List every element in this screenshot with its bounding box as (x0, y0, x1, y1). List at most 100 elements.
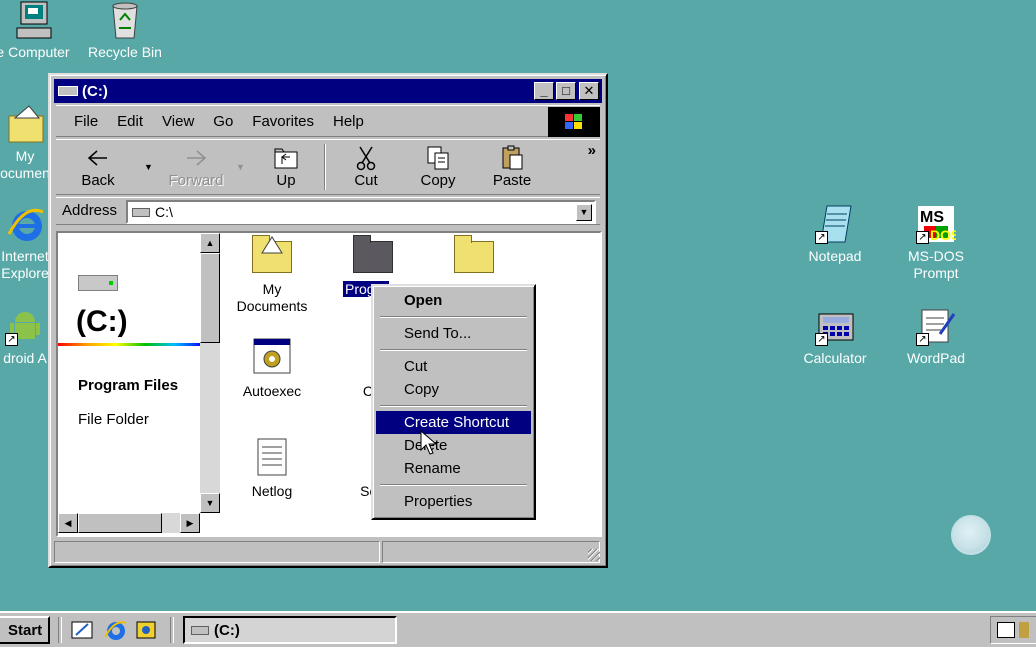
menu-favorites[interactable]: Favorites (252, 113, 314, 130)
file-label: My (262, 281, 282, 297)
folder-documents-icon (250, 235, 294, 275)
file-label: Autoexec (242, 383, 302, 399)
notepad-icon: ↗ (815, 204, 855, 244)
file-item-netlog[interactable]: Netlog (224, 437, 320, 500)
context-item-delete[interactable]: Delete (376, 434, 531, 457)
copy-label: Copy (420, 172, 456, 189)
menu-view[interactable]: View (162, 113, 194, 130)
selected-item-type: File Folder (78, 411, 149, 428)
menu-separator (380, 316, 527, 318)
desktop-icon-ms-dos-prompt[interactable]: MS DOS ↗ MS-DOS Prompt (891, 204, 981, 282)
address-input[interactable]: C:\ ▼ (126, 200, 596, 224)
menu-edit[interactable]: Edit (117, 113, 143, 130)
windows-logo-icon (548, 107, 600, 137)
address-value: C:\ (155, 204, 173, 220)
folder-icon (351, 235, 395, 275)
back-button[interactable]: Back (66, 144, 130, 189)
file-item-my-documents[interactable]: My Documents (224, 235, 320, 315)
context-item-rename[interactable]: Rename (376, 457, 531, 480)
menu-separator (380, 484, 527, 486)
window-title: (C:) (82, 82, 108, 100)
desktop-icon-label: WordPad (906, 350, 966, 366)
context-item-send-to[interactable]: Send To... (376, 322, 531, 345)
floating-assistive-button[interactable] (951, 515, 991, 555)
menu-go[interactable]: Go (213, 113, 233, 130)
context-item-create-shortcut[interactable]: Create Shortcut (376, 411, 531, 434)
scroll-thumb[interactable] (78, 513, 162, 533)
menu-file[interactable]: File (74, 113, 98, 130)
toolbar: Back ▼ Forward ▼ Up Cut Copy Paste » (56, 139, 600, 195)
toolbar-separator (324, 144, 326, 190)
context-item-open[interactable]: Open (376, 289, 531, 312)
start-button[interactable]: Start (0, 616, 50, 644)
web-view-pane: (C:) Program Files File Folder ▲ ▼ ◀ ▶ (58, 233, 223, 535)
left-pane-vertical-scrollbar[interactable]: ▲ ▼ (200, 233, 220, 513)
desktop-icon-label: Notepad (808, 248, 862, 264)
shortcut-arrow-icon: ↗ (5, 333, 18, 346)
address-drive-icon (132, 207, 150, 217)
folder-documents-icon (5, 104, 45, 144)
paste-label: Paste (492, 172, 532, 189)
address-dropdown-button[interactable]: ▼ (576, 204, 592, 221)
desktop-icon-notepad[interactable]: ↗ Notepad (790, 204, 880, 265)
cut-button[interactable]: Cut (334, 144, 398, 189)
menu-separator (380, 405, 527, 407)
mouse-pointer-icon (420, 429, 438, 456)
gear-file-icon (250, 337, 294, 377)
quicklaunch-internet-explorer-icon[interactable] (103, 619, 127, 641)
copy-button[interactable]: Copy (406, 144, 470, 189)
left-pane-horizontal-scrollbar[interactable]: ◀ ▶ (58, 513, 200, 533)
wordpad-icon: ↗ (916, 306, 956, 346)
context-item-properties[interactable]: Properties (376, 490, 531, 513)
forward-button[interactable]: Forward (164, 144, 228, 189)
copy-icon (406, 144, 470, 172)
forward-dropdown-arrow-icon[interactable]: ▼ (236, 162, 245, 172)
minimize-button[interactable]: _ (534, 82, 554, 100)
scroll-right-button[interactable]: ▶ (180, 513, 200, 533)
back-label: Back (81, 172, 115, 189)
scroll-down-button[interactable]: ▼ (200, 493, 220, 513)
back-dropdown-arrow-icon[interactable]: ▼ (144, 162, 153, 172)
context-item-cut[interactable]: Cut (376, 355, 531, 378)
resize-grip-icon[interactable] (588, 549, 600, 561)
address-label: Address (62, 202, 118, 219)
shortcut-arrow-icon: ↗ (815, 333, 828, 346)
scroll-up-button[interactable]: ▲ (200, 233, 220, 253)
file-item-folder[interactable] (426, 235, 522, 281)
svg-text:MS: MS (920, 209, 944, 226)
desktop-icon-wordpad[interactable]: ↗ WordPad (891, 306, 981, 367)
tray-network-icon[interactable] (997, 622, 1015, 638)
context-item-copy[interactable]: Copy (376, 378, 531, 401)
tray-volume-icon[interactable] (1019, 622, 1029, 638)
quicklaunch-show-desktop-icon[interactable] (70, 619, 94, 641)
start-label: Start (8, 621, 43, 639)
up-folder-icon (254, 144, 318, 172)
up-label: Up (276, 172, 296, 189)
scroll-left-button[interactable]: ◀ (58, 513, 78, 533)
file-item-autoexec[interactable]: Autoexec (224, 337, 320, 400)
maximize-button[interactable]: □ (556, 82, 576, 100)
menu-help[interactable]: Help (333, 113, 364, 130)
up-button[interactable]: Up (254, 144, 318, 189)
title-bar[interactable]: (C:) _ □ ✕ (54, 79, 602, 103)
recycle-bin-icon (105, 0, 145, 40)
desktop-icon-label: Recycle Bin (88, 44, 162, 60)
computer-icon (13, 0, 53, 40)
taskbar-separator (58, 617, 62, 643)
forward-label: Forward (168, 172, 224, 189)
desktop-icon-label-line2: Prompt (913, 265, 959, 281)
taskbar-separator (170, 617, 174, 643)
paste-button[interactable]: Paste (480, 144, 544, 189)
desktop-icon-recycle-bin[interactable]: Recycle Bin (80, 0, 170, 61)
toolbar-more-chevron-icon[interactable]: » (588, 142, 596, 159)
taskbar-window-button[interactable]: (C:) (183, 616, 397, 644)
quicklaunch-channels-icon[interactable] (134, 619, 158, 641)
file-label: Netlog (251, 483, 293, 499)
desktop-icon-calculator[interactable]: ↗ Calculator (790, 306, 880, 367)
desktop-icon-my-computer[interactable]: e Computer (0, 0, 78, 61)
clipboard-icon (480, 144, 544, 172)
scissors-icon (334, 144, 398, 172)
close-button[interactable]: ✕ (579, 82, 599, 100)
taskbar: Start (C:) (0, 611, 1036, 647)
scroll-thumb[interactable] (200, 253, 220, 343)
